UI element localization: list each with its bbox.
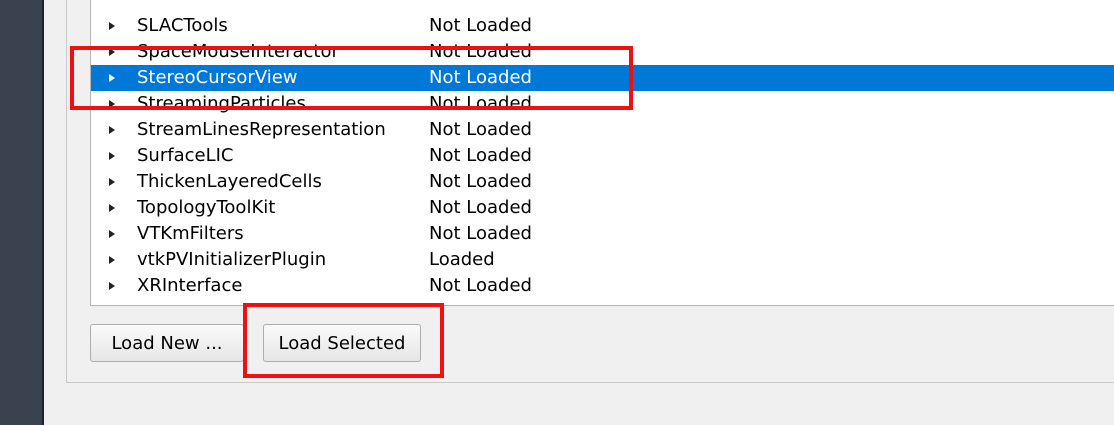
plugin-name: SLACTools xyxy=(137,15,228,36)
plugin-row-vtkpvinitializerplugin[interactable]: vtkPVInitializerPlugin Loaded xyxy=(91,247,1114,273)
plugin-status: Not Loaded xyxy=(429,119,532,140)
plugin-row-streamingparticles[interactable]: StreamingParticles Not Loaded xyxy=(91,91,1114,117)
plugin-status: Not Loaded xyxy=(429,15,532,36)
plugin-row-thickenlayeredcells[interactable]: ThickenLayeredCells Not Loaded xyxy=(91,169,1114,195)
plugin-row-vtkmfilters[interactable]: VTKmFilters Not Loaded xyxy=(91,221,1114,247)
expand-arrow-icon[interactable] xyxy=(109,22,115,30)
plugin-name: SpaceMouseInteractor xyxy=(137,41,339,62)
load-new-button[interactable]: Load New ... xyxy=(90,324,244,362)
expand-arrow-icon[interactable] xyxy=(109,178,115,186)
expand-arrow-icon[interactable] xyxy=(109,126,115,134)
expand-arrow-icon[interactable] xyxy=(109,100,115,108)
expand-arrow-icon[interactable] xyxy=(109,74,115,82)
plugin-status: Not Loaded xyxy=(429,67,532,88)
plugin-tree-view[interactable]: SLACTools Not Loaded SpaceMouseInteracto… xyxy=(90,0,1114,306)
side-panel-edge xyxy=(42,0,44,425)
plugin-row-xrinterface[interactable]: XRInterface Not Loaded xyxy=(91,273,1114,299)
plugin-name: StereoCursorView xyxy=(137,67,298,88)
expand-arrow-icon[interactable] xyxy=(109,204,115,212)
plugin-status: Not Loaded xyxy=(429,275,532,296)
plugin-row-spacemouseinteractor[interactable]: SpaceMouseInteractor Not Loaded xyxy=(91,39,1114,65)
plugin-status: Not Loaded xyxy=(429,41,532,62)
expand-arrow-icon[interactable] xyxy=(109,256,115,264)
expand-arrow-icon[interactable] xyxy=(109,152,115,160)
expand-arrow-icon[interactable] xyxy=(109,230,115,238)
plugin-name: StreamingParticles xyxy=(137,93,306,114)
expand-arrow-icon[interactable] xyxy=(109,282,115,290)
plugin-row-streamlinesrepresentation[interactable]: StreamLinesRepresentation Not Loaded xyxy=(91,117,1114,143)
plugin-name: ThickenLayeredCells xyxy=(137,171,322,192)
plugin-name: VTKmFilters xyxy=(137,223,244,244)
plugin-name: XRInterface xyxy=(137,275,243,296)
plugin-status: Not Loaded xyxy=(429,145,532,166)
plugin-status: Loaded xyxy=(429,249,495,270)
plugin-row-topologytoolkit[interactable]: TopologyToolKit Not Loaded xyxy=(91,195,1114,221)
plugin-name: SurfaceLIC xyxy=(137,145,234,166)
plugin-row-slactools[interactable]: SLACTools Not Loaded xyxy=(91,13,1114,39)
plugin-status: Not Loaded xyxy=(429,223,532,244)
plugin-status: Not Loaded xyxy=(429,93,532,114)
plugin-name: StreamLinesRepresentation xyxy=(137,119,386,140)
plugin-name: TopologyToolKit xyxy=(137,197,276,218)
plugin-status: Not Loaded xyxy=(429,197,532,218)
side-panel xyxy=(0,0,42,425)
plugin-status: Not Loaded xyxy=(429,171,532,192)
expand-arrow-icon[interactable] xyxy=(109,48,115,56)
plugin-name: vtkPVInitializerPlugin xyxy=(137,249,327,270)
plugin-row-surfacelic[interactable]: SurfaceLIC Not Loaded xyxy=(91,143,1114,169)
plugin-row-stereocursorview[interactable]: StereoCursorView Not Loaded xyxy=(91,65,1114,91)
load-selected-button[interactable]: Load Selected xyxy=(263,324,421,362)
